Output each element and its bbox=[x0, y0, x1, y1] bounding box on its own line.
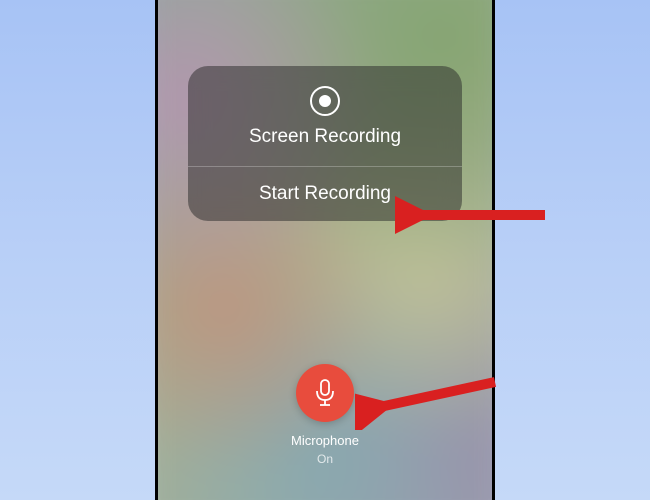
microphone-status: On bbox=[158, 452, 492, 466]
panel-header: Screen Recording bbox=[188, 66, 462, 166]
record-icon bbox=[310, 86, 340, 116]
microphone-toggle-button[interactable] bbox=[296, 364, 354, 422]
record-icon-dot bbox=[319, 95, 331, 107]
start-recording-button[interactable]: Start Recording bbox=[188, 167, 462, 221]
screen-recording-panel: Screen Recording Start Recording bbox=[188, 66, 462, 221]
panel-title: Screen Recording bbox=[249, 126, 401, 148]
microphone-label: Microphone bbox=[158, 433, 492, 448]
microphone-icon bbox=[313, 378, 337, 408]
phone-screen: Screen Recording Start Recording Microph… bbox=[155, 0, 495, 500]
